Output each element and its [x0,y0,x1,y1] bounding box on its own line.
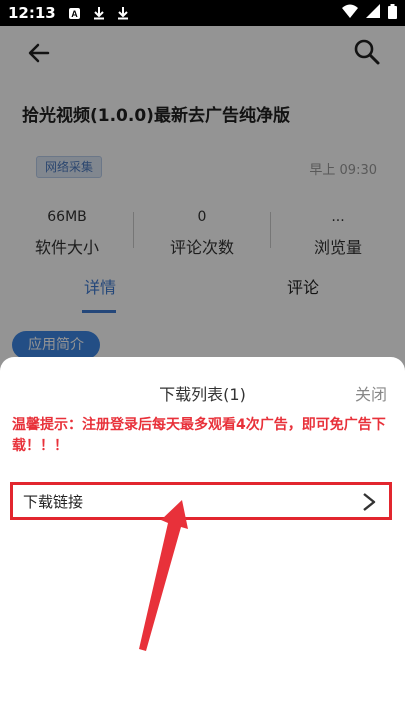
download-icon [92,6,106,20]
notification-icon: A [68,6,82,20]
download-sheet: 下载列表(1) 关闭 温馨提示：注册登录后每天最多观看4次广告，即可免广告下载！… [0,357,405,720]
download-link-label: 下载链接 [23,492,84,511]
sheet-title: 下载列表(1) [159,385,246,404]
battery-icon [388,3,397,23]
download-icon [116,6,130,20]
status-time: 12:13 [8,4,56,22]
tip-text: 温馨提示：注册登录后每天最多观看4次广告，即可免广告下载！！！ [12,417,386,454]
close-button[interactable]: 关闭 [355,381,387,405]
wifi-icon [342,4,358,22]
signal-icon [366,4,380,22]
chevron-right-icon [361,491,377,513]
status-bar: 12:13 A [0,0,405,26]
svg-text:A: A [72,9,79,19]
download-link-row[interactable]: 下载链接 [10,482,392,520]
